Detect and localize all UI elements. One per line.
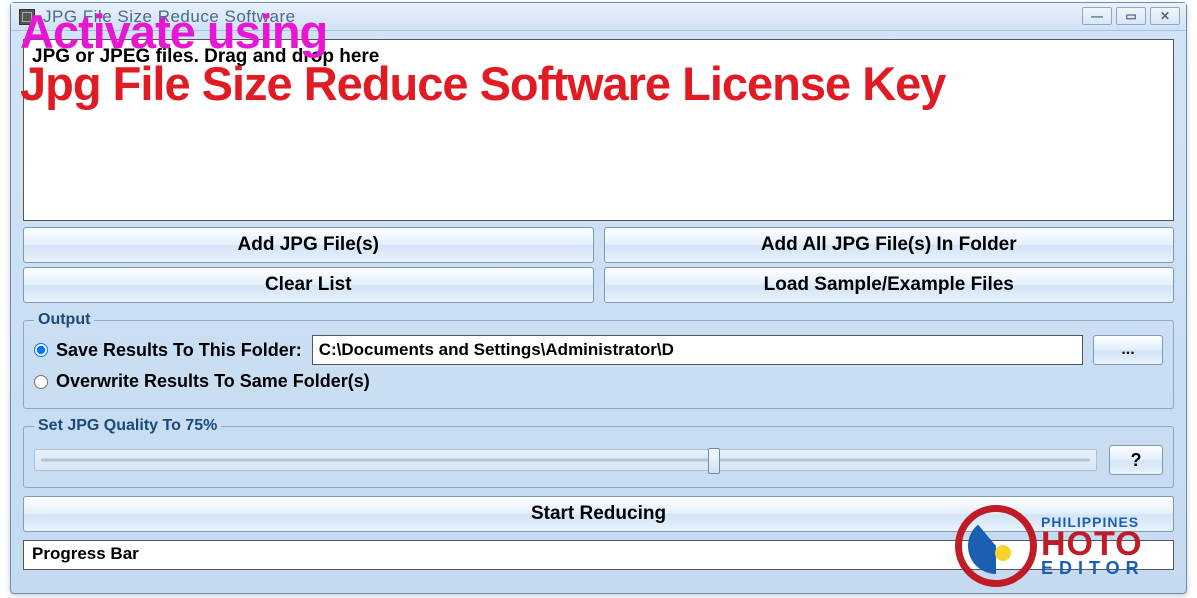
output-save-row: Save Results To This Folder: ... bbox=[34, 335, 1163, 365]
close-button[interactable]: ✕ bbox=[1150, 7, 1180, 25]
content-area: JPG or JPEG files. Drag and drop here Ad… bbox=[11, 31, 1186, 580]
logo-text: PHILIPPINES HOTO EDITOR bbox=[1041, 515, 1145, 578]
add-all-jpg-folder-button[interactable]: Add All JPG File(s) In Folder bbox=[604, 227, 1175, 263]
output-path-input[interactable] bbox=[312, 335, 1083, 365]
slider-thumb[interactable] bbox=[708, 448, 720, 474]
output-legend: Output bbox=[34, 311, 94, 329]
help-button[interactable]: ? bbox=[1109, 445, 1163, 475]
logo-text-bottom: EDITOR bbox=[1041, 559, 1145, 577]
logo-inner-icon bbox=[968, 518, 1024, 574]
overwrite-radio[interactable] bbox=[34, 375, 48, 389]
add-jpg-file-button[interactable]: Add JPG File(s) bbox=[23, 227, 594, 263]
watermark-logo: PHILIPPINES HOTO EDITOR bbox=[955, 502, 1185, 590]
logo-dot-icon bbox=[995, 545, 1011, 561]
quality-fieldset: Set JPG Quality To 75% ? bbox=[23, 417, 1174, 488]
browse-button[interactable]: ... bbox=[1093, 335, 1163, 365]
quality-slider[interactable] bbox=[34, 449, 1097, 471]
slider-channel bbox=[41, 459, 1090, 462]
overwrite-radio-wrap: Overwrite Results To Same Folder(s) bbox=[34, 371, 370, 392]
progress-label: Progress Bar bbox=[32, 544, 139, 563]
save-to-folder-label: Save Results To This Folder: bbox=[56, 340, 302, 361]
save-to-folder-radio-wrap: Save Results To This Folder: bbox=[34, 340, 302, 361]
output-fieldset: Output Save Results To This Folder: ... … bbox=[23, 311, 1174, 409]
logo-circle-icon bbox=[955, 505, 1037, 587]
quality-row: ? bbox=[34, 445, 1163, 475]
maximize-button[interactable]: ▭ bbox=[1116, 7, 1146, 25]
logo-text-mid: HOTO bbox=[1041, 529, 1145, 560]
load-sample-button[interactable]: Load Sample/Example Files bbox=[604, 267, 1175, 303]
output-overwrite-row: Overwrite Results To Same Folder(s) bbox=[34, 371, 1163, 392]
button-grid: Add JPG File(s) Add All JPG File(s) In F… bbox=[23, 227, 1174, 303]
overwrite-label: Overwrite Results To Same Folder(s) bbox=[56, 371, 370, 392]
save-to-folder-radio[interactable] bbox=[34, 343, 48, 357]
window-controls: — ▭ ✕ bbox=[1082, 7, 1180, 25]
quality-legend: Set JPG Quality To 75% bbox=[34, 417, 221, 435]
clear-list-button[interactable]: Clear List bbox=[23, 267, 594, 303]
overlay-activate-text: Activate using bbox=[20, 8, 327, 55]
overlay-license-text: Jpg File Size Reduce Software License Ke… bbox=[20, 60, 945, 107]
minimize-button[interactable]: — bbox=[1082, 7, 1112, 25]
